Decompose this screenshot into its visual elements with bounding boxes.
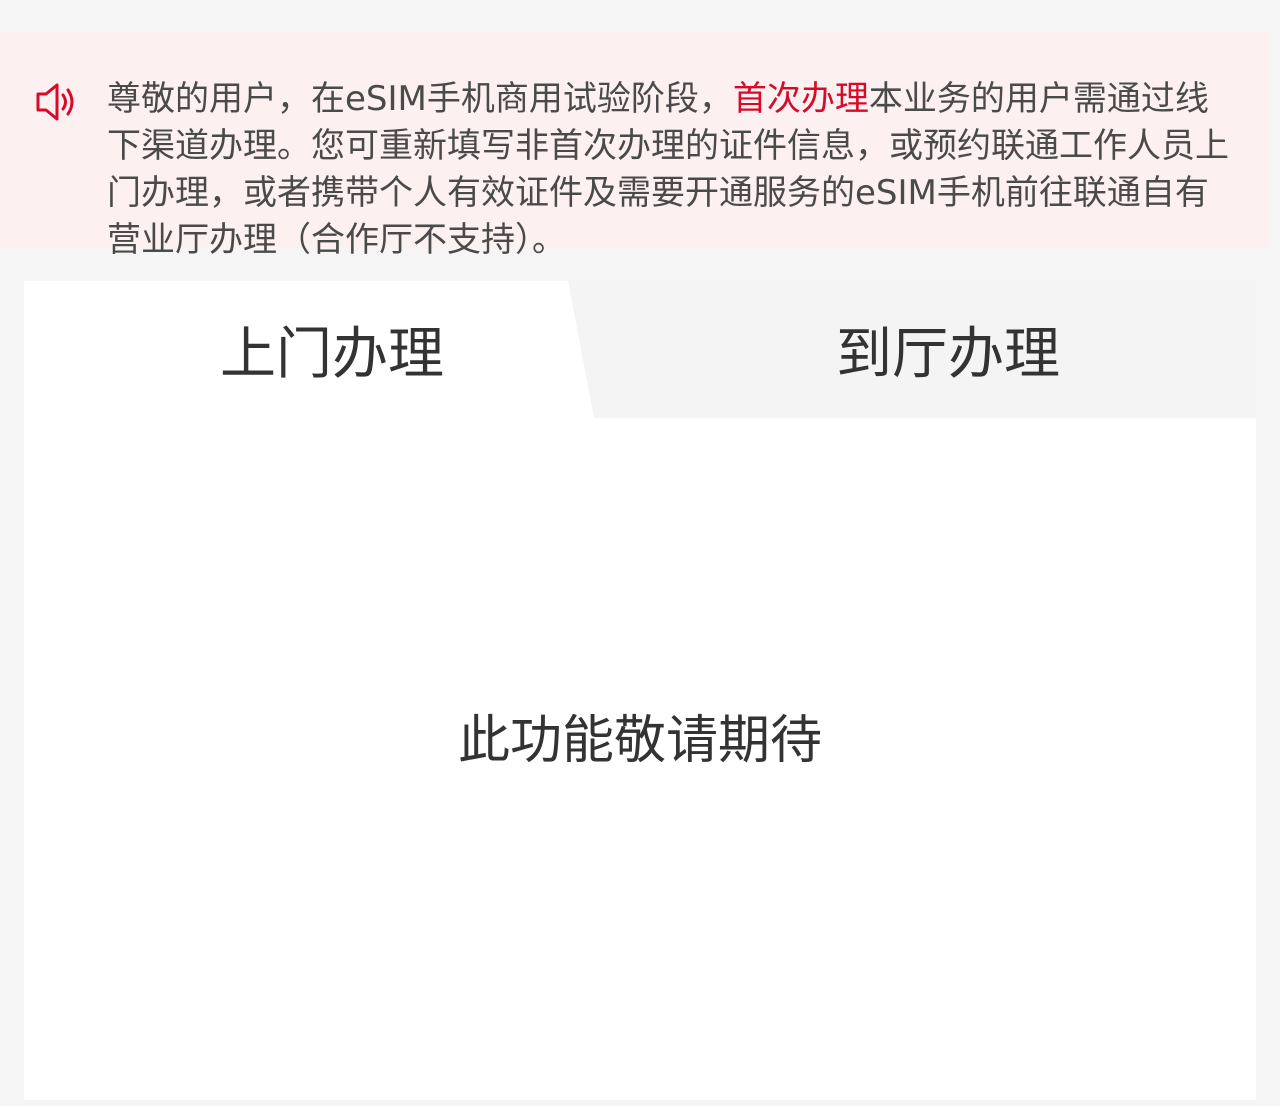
notice-banner: 尊敬的用户，在eSIM手机商用试验阶段，首次办理本业务的用户需通过线下渠道办理。…	[0, 32, 1270, 260]
notice-text: 尊敬的用户，在eSIM手机商用试验阶段，首次办理本业务的用户需通过线下渠道办理。…	[107, 76, 1237, 264]
tab-home-service[interactable]: 上门办理	[24, 281, 640, 418]
speaker-icon	[36, 83, 74, 121]
tab-bar: 上门办理 到厅办理	[24, 281, 1256, 418]
service-panel: 上门办理 到厅办理 此功能敬请期待	[24, 281, 1256, 1100]
notice-highlight: 首次办理	[732, 79, 869, 119]
coming-soon-message: 此功能敬请期待	[457, 711, 822, 771]
tab-store-service[interactable]: 到厅办理	[640, 281, 1256, 418]
notice-text-before: 尊敬的用户，在eSIM手机商用试验阶段，	[107, 79, 733, 119]
